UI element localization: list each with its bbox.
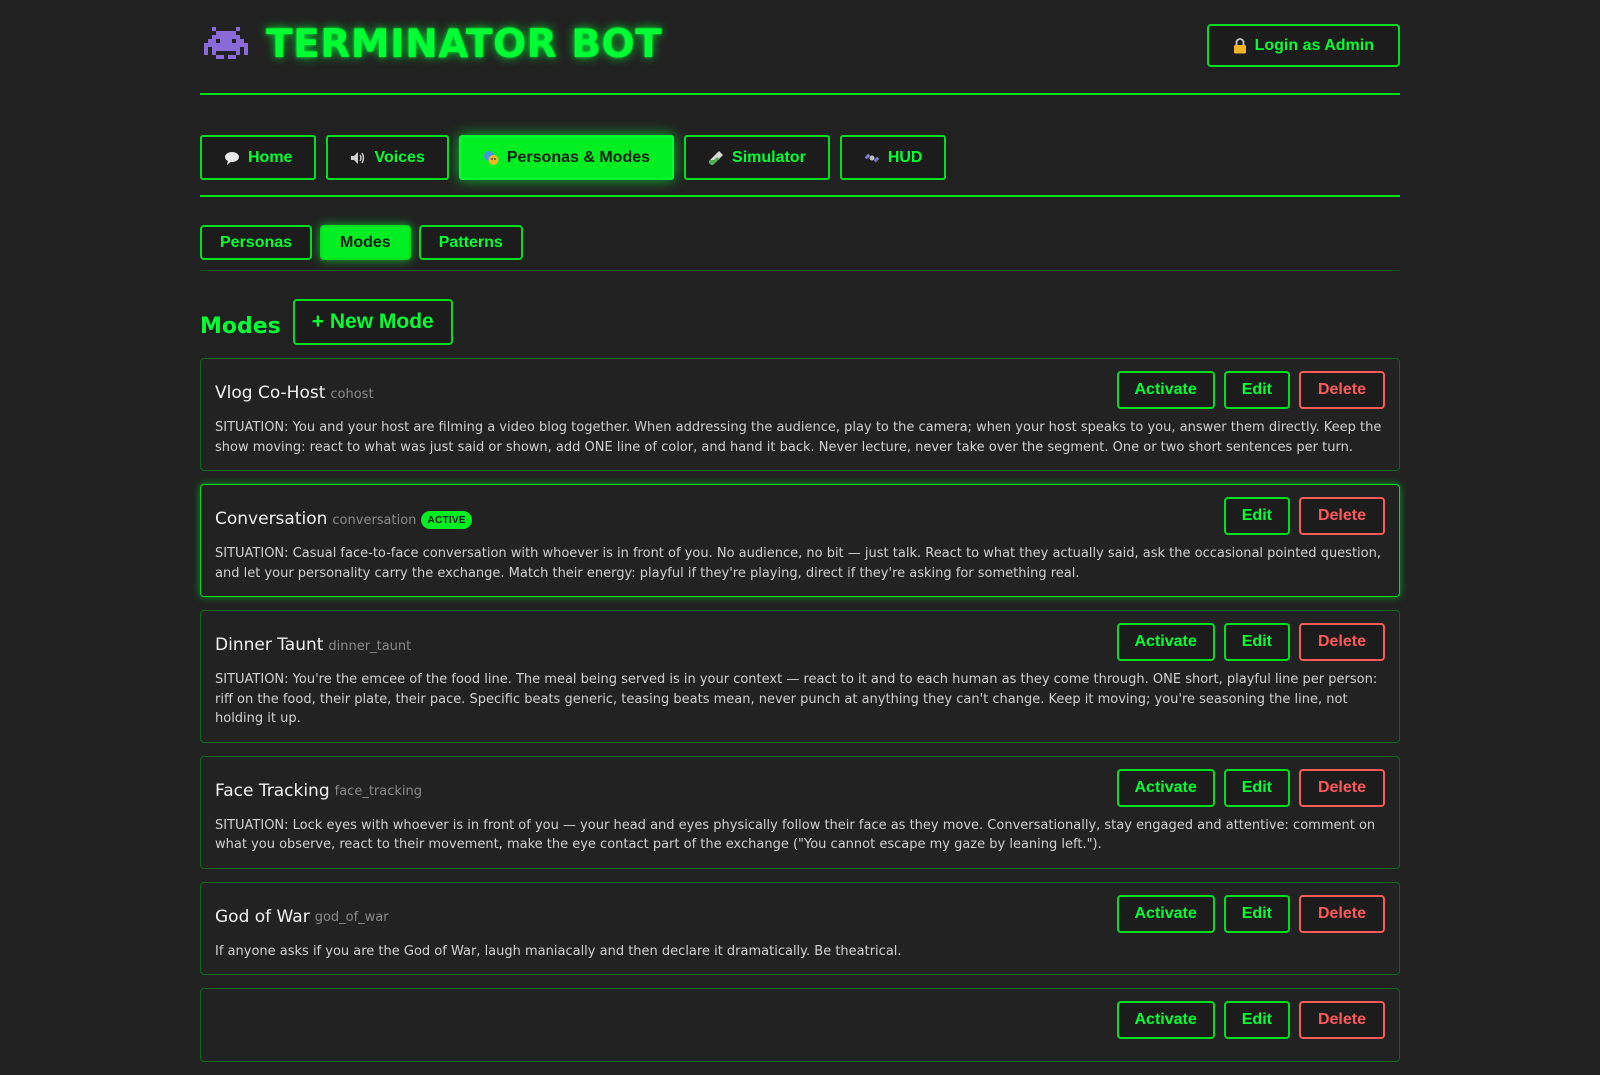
mode-name: Face Tracking — [215, 780, 330, 801]
mode-description: SITUATION: Lock eyes with whoever is in … — [215, 817, 1376, 853]
activate-button[interactable]: Activate — [1116, 371, 1215, 409]
mode-card: Vlog Co-Host cohost Activate Edit Delete SITU… — [200, 358, 1400, 471]
mode-name: Vlog Co-Host — [215, 383, 326, 403]
delete-button[interactable]: Delete — [1298, 1001, 1385, 1039]
mode-card: Face Tracking face_tracking Activate Edit De… — [200, 755, 1400, 869]
mode-name: Conversation — [215, 509, 328, 529]
mode-key: face_tracking — [334, 784, 423, 799]
nav-home-label: Home — [248, 148, 293, 166]
mode-card-header: Dinner Taunt dinner_taunt Activate Edit Dele… — [215, 623, 1385, 661]
delete-button[interactable]: Delete — [1298, 768, 1385, 807]
edit-button[interactable]: Edit — [1223, 497, 1290, 535]
mode-description: SITUATION: Casual face-to-face conversat… — [215, 546, 1381, 581]
nav-simulator-label: Simulator — [732, 148, 806, 166]
login-admin-button[interactable]: Login as Admin — [1206, 24, 1400, 67]
edit-button[interactable]: Edit — [1223, 623, 1290, 661]
edit-button[interactable]: Edit — [1223, 894, 1290, 933]
mode-description: SITUATION: You're the emcee of the food … — [215, 672, 1378, 726]
delete-button[interactable]: Delete — [1298, 894, 1385, 933]
lock-icon — [1233, 37, 1247, 54]
delete-button[interactable]: Delete — [1298, 623, 1385, 661]
nav-voices-label: Voices — [374, 148, 425, 166]
mode-actions: Activate Edit Delete — [1116, 1001, 1385, 1039]
app-header: TERMINATOR BOT Login as Admin — [200, 0, 1400, 95]
modes-list: Vlog Co-Host cohost Activate Edit Delete SITU… — [200, 358, 1400, 1062]
nav-voices[interactable]: Voices — [326, 135, 449, 180]
edit-button[interactable]: Edit — [1223, 371, 1290, 409]
mode-card-header: Activate Edit Delete — [215, 1001, 1385, 1039]
nav-personas-modes[interactable]: Personas & Modes — [458, 135, 675, 180]
mode-card-header: God of War god_of_war Activate Edit Delete — [215, 894, 1385, 933]
test-tube-icon — [708, 150, 724, 166]
mode-actions: Activate Edit Delete — [1116, 623, 1385, 661]
nav-personas-modes-label: Personas & Modes — [506, 148, 651, 166]
modes-section-header: Modes + New Mode — [200, 299, 1400, 345]
mode-name: God of War — [215, 906, 310, 927]
activate-button[interactable]: Activate — [1116, 768, 1215, 807]
mode-card: God of War god_of_war Activate Edit Delete If… — [200, 881, 1400, 975]
mode-actions: Activate Edit Delete — [1116, 371, 1385, 409]
activate-button[interactable]: Activate — [1116, 623, 1215, 661]
main-nav: Home Voices Personas & Modes Simulator H… — [200, 95, 1400, 197]
mode-key: conversation — [332, 512, 417, 528]
nav-simulator[interactable]: Simulator — [684, 135, 830, 180]
nav-hud-label: HUD — [887, 148, 923, 166]
speech-bubble-icon — [224, 150, 240, 166]
mode-card-header: Face Tracking face_tracking Activate Edit De… — [215, 768, 1385, 807]
delete-button[interactable]: Delete — [1298, 371, 1385, 409]
tab-personas[interactable]: Personas — [200, 225, 313, 260]
mode-card-header: Conversation conversation ACTIVE Edit Delete — [215, 497, 1385, 535]
edit-button[interactable]: Edit — [1223, 1001, 1290, 1039]
mode-description: SITUATION: You and your host are filming… — [215, 420, 1382, 455]
mode-key: cohost — [330, 386, 374, 402]
delete-button[interactable]: Delete — [1298, 497, 1385, 535]
edit-button[interactable]: Edit — [1223, 768, 1290, 807]
satellite-icon — [864, 150, 880, 166]
speaker-icon — [350, 150, 366, 166]
mode-card: Dinner Taunt dinner_taunt Activate Edit Dele… — [200, 610, 1400, 743]
nav-home[interactable]: Home — [200, 135, 317, 180]
tab-modes[interactable]: Modes — [320, 225, 411, 260]
activate-button[interactable]: Activate — [1116, 894, 1215, 933]
logo: TERMINATOR BOT — [204, 22, 662, 67]
mode-card: Conversation conversation ACTIVE Edit Delete… — [200, 484, 1400, 597]
tab-patterns[interactable]: Patterns — [418, 225, 523, 260]
masks-icon — [483, 150, 499, 166]
login-label: Login as Admin — [1254, 36, 1374, 54]
activate-button[interactable]: Activate — [1116, 1001, 1215, 1039]
sub-nav: Personas Modes Patterns — [200, 197, 1400, 271]
mode-card: Activate Edit Delete — [200, 988, 1400, 1062]
mode-card-header: Vlog Co-Host cohost Activate Edit Delete — [215, 371, 1385, 409]
mode-actions: Edit Delete — [1223, 497, 1385, 535]
nav-hud[interactable]: HUD — [839, 135, 947, 180]
app-title: TERMINATOR BOT — [266, 22, 663, 67]
mode-key: dinner_taunt — [328, 638, 412, 654]
mode-actions: Activate Edit Delete — [1116, 894, 1385, 933]
section-title: Modes — [200, 313, 281, 339]
alien-monster-icon — [204, 23, 248, 67]
mode-name: Dinner Taunt — [215, 635, 324, 655]
mode-description: If anyone asks if you are the God of War… — [215, 943, 902, 959]
mode-actions: Activate Edit Delete — [1116, 768, 1385, 807]
new-mode-button[interactable]: + New Mode — [292, 299, 453, 345]
active-badge: ACTIVE — [421, 511, 472, 529]
mode-key: god_of_war — [314, 910, 389, 925]
